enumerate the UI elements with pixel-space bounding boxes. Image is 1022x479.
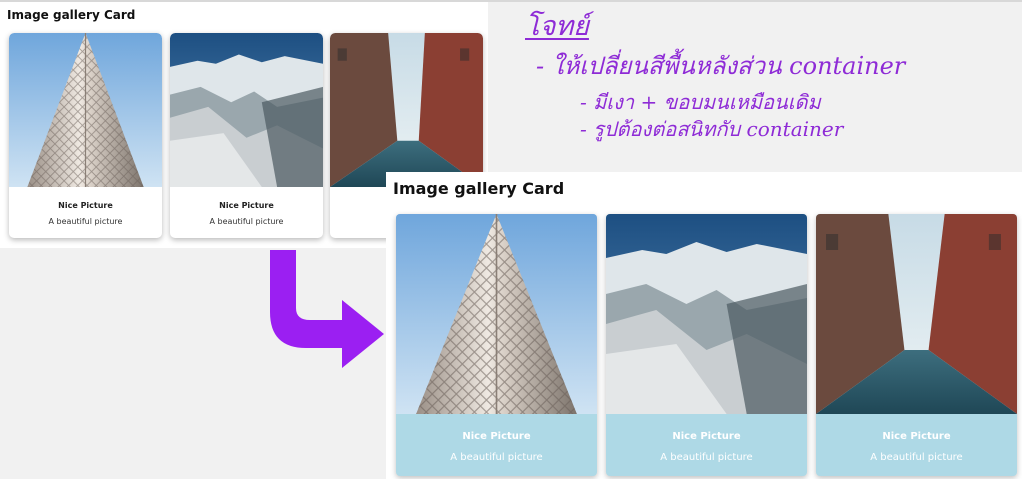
card-title: Nice Picture <box>58 201 113 210</box>
card-description: A beautiful picture <box>660 452 753 463</box>
task-heading: โจทย์ <box>525 11 589 42</box>
card-title: Nice Picture <box>672 431 741 442</box>
card-description: A beautiful picture <box>870 452 963 463</box>
skyscraper-image <box>396 214 597 414</box>
card-description: A beautiful picture <box>209 217 284 226</box>
card-description: A beautiful picture <box>450 452 543 463</box>
before-card-1[interactable]: Nice Picture A beautiful picture <box>9 33 162 238</box>
before-card-2[interactable]: Nice Picture A beautiful picture <box>170 33 323 238</box>
after-gallery-panel: Image gallery Card Nice Picture A beauti… <box>386 172 1022 479</box>
after-card-1[interactable]: Nice Picture A beautiful picture <box>396 214 597 476</box>
street-image <box>330 33 483 187</box>
after-card-2[interactable]: Nice Picture A beautiful picture <box>606 214 807 476</box>
card-description: A beautiful picture <box>48 217 123 226</box>
before-gallery-title: Image gallery Card <box>7 8 136 22</box>
after-card-3[interactable]: Nice Picture A beautiful picture <box>816 214 1017 476</box>
mountain-image <box>606 214 807 414</box>
after-gallery-title: Image gallery Card <box>393 179 565 198</box>
card-title: Nice Picture <box>462 431 531 442</box>
mountain-image <box>170 33 323 187</box>
street-image <box>816 214 1017 414</box>
card-title: Nice Picture <box>219 201 274 210</box>
task-item-3: - รูปต้องต่อสนิทกับ container <box>580 117 844 141</box>
skyscraper-image <box>9 33 162 187</box>
card-title: Nice Picture <box>882 431 951 442</box>
curved-arrow-icon <box>262 250 387 368</box>
task-item-1: - ให้เปลี่ยนสีพื้นหลังส่วน container <box>536 52 906 80</box>
